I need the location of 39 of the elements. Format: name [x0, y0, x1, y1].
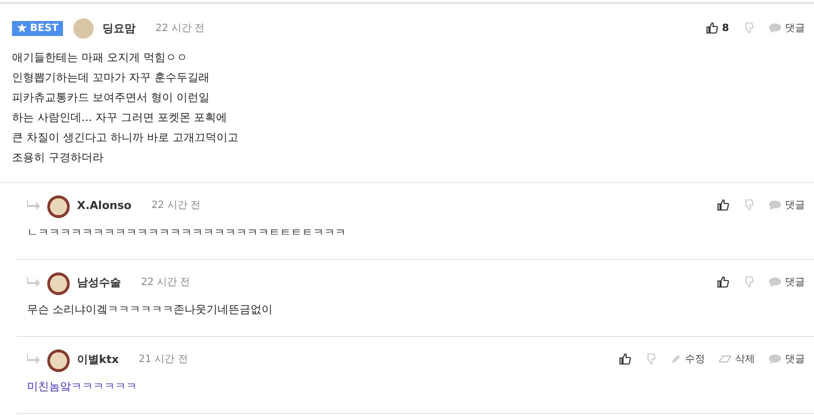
dislike-button[interactable] — [743, 276, 755, 288]
eraser-icon — [719, 355, 731, 363]
avatar-icon — [46, 270, 71, 294]
speech-bubble-icon — [769, 23, 781, 33]
author-name[interactable]: 남성수술 — [77, 274, 121, 290]
reply-button[interactable]: 댓글 — [769, 275, 805, 289]
comment-text: ㄴㅋㅋㅋㅋㅋㅋㅋㅋㅋㅋㅋㅋㅋㅋㅋㅋㅋㅋㅋㅋㅋㅌㅌㅌㅌㅋㅋㅋ — [27, 225, 347, 241]
reply-arrow-icon — [27, 354, 40, 364]
comment-text: 무슨 소리냐이겤ㅋㅋㅋㅋㅋㅋ존나웃기네뜬금없이 — [27, 302, 274, 318]
pencil-icon — [671, 354, 681, 364]
star-icon — [17, 23, 27, 33]
like-button[interactable] — [619, 353, 631, 365]
author-name[interactable]: 딩요맘 — [102, 20, 136, 36]
best-badge: BEST — [12, 20, 64, 36]
reply-button[interactable]: 댓글 — [769, 21, 805, 35]
timestamp: 22 시간 전 — [155, 22, 205, 35]
avatar-icon — [46, 346, 71, 372]
reply-button[interactable]: 댓글 — [769, 352, 805, 366]
speech-bubble-icon — [769, 354, 781, 364]
reply-arrow-icon — [27, 277, 40, 287]
like-button[interactable] — [717, 276, 729, 288]
dislike-button[interactable] — [743, 199, 755, 211]
comment-text: 미친놈앜ㅋㅋㅋㅋㅋㅋ — [27, 379, 138, 395]
timestamp: 21 시간 전 — [138, 353, 188, 366]
author-name[interactable]: 이별ktx — [77, 352, 119, 366]
reply-button[interactable]: 댓글 — [769, 198, 805, 212]
reply-arrow-icon — [27, 200, 40, 210]
author-name[interactable]: X.Alonso — [77, 198, 132, 212]
comment-text: 애기들한테는 마패 오지게 먹힘ㅇㅇ 인형뽑기하는데 꼬마가 자꾸 훈수두길래 피카츄교통카드 보여주면서 형이 이런일 하는 사람인데... 자꾸 그러면 포켓몬 포획에 큰 차질이 생긴다고 하니까 바로 고개끄덕이고 조용히 구경하더라 — [12, 50, 240, 166]
dislike-button[interactable] — [645, 353, 657, 365]
dislike-button[interactable] — [743, 22, 755, 34]
speech-bubble-icon — [769, 200, 781, 210]
avatar-icon — [46, 192, 71, 218]
delete-button[interactable]: 삭제 — [719, 352, 755, 366]
like-button[interactable] — [717, 199, 729, 211]
timestamp: 22 시간 전 — [141, 276, 190, 289]
speech-bubble-icon — [769, 277, 781, 287]
edit-button[interactable]: 수정 — [671, 352, 705, 366]
timestamp: 22 시간 전 — [151, 199, 201, 212]
